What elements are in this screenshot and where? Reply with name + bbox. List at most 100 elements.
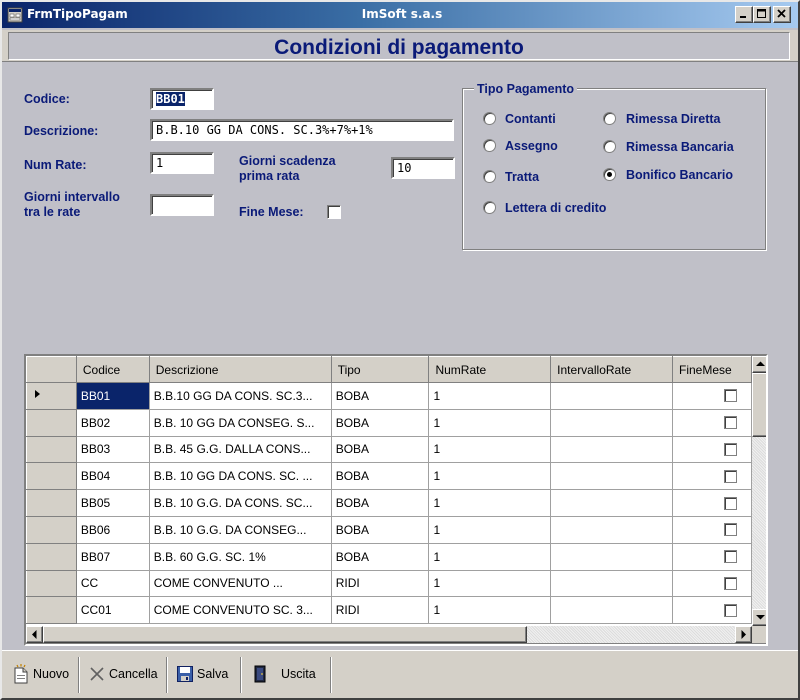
- cancella-button[interactable]: Cancella: [84, 661, 162, 687]
- cell-intervallorate[interactable]: [550, 596, 674, 625]
- radio-tratta-label[interactable]: Tratta: [505, 170, 539, 184]
- scroll-left-button[interactable]: [26, 626, 43, 643]
- row-header[interactable]: [26, 596, 77, 625]
- scroll-down-button[interactable]: [752, 609, 766, 626]
- cell-codice[interactable]: BB01: [76, 382, 150, 410]
- cell-numrate[interactable]: 1: [428, 409, 552, 437]
- table-row[interactable]: BB05 B.B. 10 G.G. DA CONS. SC... BOBA 1: [26, 489, 752, 517]
- radio-bonifico-bancario-label[interactable]: Bonifico Bancario: [626, 168, 733, 182]
- cell-numrate[interactable]: 1: [428, 570, 552, 598]
- cell-codice[interactable]: CC: [76, 570, 150, 598]
- giorni-intervallo-input[interactable]: [150, 194, 214, 216]
- cell-intervallorate[interactable]: [550, 382, 674, 410]
- radio-contanti-label[interactable]: Contanti: [505, 112, 556, 126]
- cell-tipo[interactable]: BOBA: [331, 489, 430, 517]
- cell-descrizione[interactable]: COME CONVENUTO ...: [149, 570, 332, 598]
- row-header[interactable]: [26, 515, 77, 544]
- radio-lettera-di-credito-label[interactable]: Lettera di credito: [505, 201, 606, 215]
- radio-rimessa-bancaria[interactable]: [603, 140, 616, 153]
- row-header[interactable]: [26, 569, 77, 598]
- cell-tipo[interactable]: BOBA: [331, 543, 430, 571]
- cell-descrizione[interactable]: B.B. 10 G.G. DA CONS. SC...: [149, 489, 332, 517]
- salva-button[interactable]: Salva: [172, 661, 232, 687]
- num-rate-input[interactable]: 1: [150, 152, 214, 174]
- finemese-checkbox[interactable]: [724, 496, 737, 510]
- table-row[interactable]: BB02 B.B. 10 GG DA CONSEG. S... BOBA 1: [26, 408, 752, 437]
- finemese-checkbox[interactable]: [724, 550, 737, 564]
- cell-numrate[interactable]: 1: [428, 516, 552, 544]
- radio-rimessa-diretta-label[interactable]: Rimessa Diretta: [626, 112, 721, 126]
- row-header[interactable]: [26, 462, 77, 491]
- row-header[interactable]: [26, 408, 77, 437]
- table-row[interactable]: CC01 COME CONVENUTO SC. 3... RIDI 1: [26, 596, 752, 625]
- column-header-codice[interactable]: Codice: [75, 356, 150, 383]
- cell-descrizione[interactable]: B.B.10 GG DA CONS. SC.3...: [149, 382, 332, 410]
- cell-codice[interactable]: BB04: [76, 462, 150, 491]
- minimize-button[interactable]: [735, 6, 753, 23]
- table-row[interactable]: BB07 B.B. 60 G.G. SC. 1% BOBA 1: [26, 542, 752, 571]
- radio-bonifico-bancario[interactable]: [603, 168, 616, 181]
- finemese-checkbox[interactable]: [724, 603, 737, 617]
- cell-intervallorate[interactable]: [550, 462, 674, 491]
- column-header-numrate[interactable]: NumRate: [428, 356, 552, 383]
- cell-tipo[interactable]: BOBA: [331, 462, 430, 491]
- cell-codice[interactable]: CC01: [76, 596, 150, 625]
- codice-input[interactable]: BB01: [150, 88, 214, 110]
- cell-intervallorate[interactable]: [550, 570, 674, 598]
- cell-descrizione[interactable]: B.B. 60 G.G. SC. 1%: [149, 543, 332, 571]
- app-icon[interactable]: [7, 7, 23, 23]
- grid-corner-header[interactable]: [26, 356, 77, 383]
- cell-numrate[interactable]: 1: [428, 382, 552, 410]
- cell-numrate[interactable]: 1: [428, 596, 552, 625]
- column-header-tipo[interactable]: Tipo: [330, 356, 430, 383]
- finemese-checkbox[interactable]: [724, 416, 737, 430]
- cell-codice[interactable]: BB02: [76, 409, 150, 437]
- row-header[interactable]: [26, 489, 77, 517]
- column-header-finemese[interactable]: FineMese: [672, 356, 752, 383]
- finemese-checkbox[interactable]: [724, 523, 737, 537]
- cell-descrizione[interactable]: B.B. 10 GG DA CONS. SC. ...: [149, 462, 332, 491]
- table-row[interactable]: BB06 B.B. 10 G.G. DA CONSEG... BOBA 1: [26, 515, 752, 544]
- cell-tipo[interactable]: BOBA: [331, 409, 430, 437]
- finemese-checkbox[interactable]: [724, 442, 737, 456]
- cell-tipo[interactable]: RIDI: [331, 596, 430, 625]
- cell-intervallorate[interactable]: [550, 409, 674, 437]
- row-header[interactable]: [26, 542, 77, 571]
- cell-codice[interactable]: BB03: [76, 436, 150, 464]
- table-row[interactable]: BB01 B.B.10 GG DA CONS. SC.3... BOBA 1: [26, 382, 752, 410]
- vertical-scroll-thumb[interactable]: [752, 373, 766, 437]
- giorni-scadenza-input[interactable]: 10: [391, 157, 455, 179]
- cell-tipo[interactable]: RIDI: [331, 570, 430, 598]
- cell-numrate[interactable]: 1: [428, 543, 552, 571]
- nuovo-button[interactable]: Nuovo: [8, 661, 73, 687]
- finemese-checkbox[interactable]: [724, 576, 737, 590]
- column-header-descrizione[interactable]: Descrizione: [148, 356, 332, 383]
- title-bar[interactable]: FrmTipoPagam ImSoft s.a.s: [2, 2, 798, 28]
- cell-tipo[interactable]: BOBA: [331, 436, 430, 464]
- scroll-up-button[interactable]: [752, 356, 766, 373]
- cell-intervallorate[interactable]: [550, 436, 674, 464]
- cell-numrate[interactable]: 1: [428, 462, 552, 491]
- horizontal-scrollbar[interactable]: [26, 626, 752, 643]
- horizontal-scroll-thumb[interactable]: [43, 626, 527, 643]
- finemese-checkbox[interactable]: [724, 389, 737, 403]
- radio-contanti[interactable]: [483, 112, 496, 125]
- cell-descrizione[interactable]: COME CONVENUTO SC. 3...: [149, 596, 332, 625]
- vertical-scrollbar[interactable]: [752, 356, 766, 626]
- table-row[interactable]: CC COME CONVENUTO ... RIDI 1: [26, 569, 752, 598]
- cell-descrizione[interactable]: B.B. 10 G.G. DA CONSEG...: [149, 516, 332, 544]
- maximize-button[interactable]: [753, 6, 771, 23]
- cell-descrizione[interactable]: B.B. 45 G.G. DALLA CONS...: [149, 436, 332, 464]
- row-header[interactable]: [26, 435, 77, 464]
- table-row[interactable]: BB03 B.B. 45 G.G. DALLA CONS... BOBA 1: [26, 435, 752, 464]
- cell-numrate[interactable]: 1: [428, 489, 552, 517]
- scroll-right-button[interactable]: [735, 626, 752, 643]
- fine-mese-checkbox[interactable]: [327, 205, 341, 219]
- descrizione-input[interactable]: B.B.10 GG DA CONS. SC.3%+7%+1%: [150, 119, 454, 141]
- cell-codice[interactable]: BB05: [76, 489, 150, 517]
- cell-intervallorate[interactable]: [550, 516, 674, 544]
- column-header-intervallorate[interactable]: IntervalloRate: [550, 356, 674, 383]
- close-button[interactable]: [773, 6, 791, 23]
- cell-codice[interactable]: BB06: [76, 516, 150, 544]
- radio-tratta[interactable]: [483, 170, 496, 183]
